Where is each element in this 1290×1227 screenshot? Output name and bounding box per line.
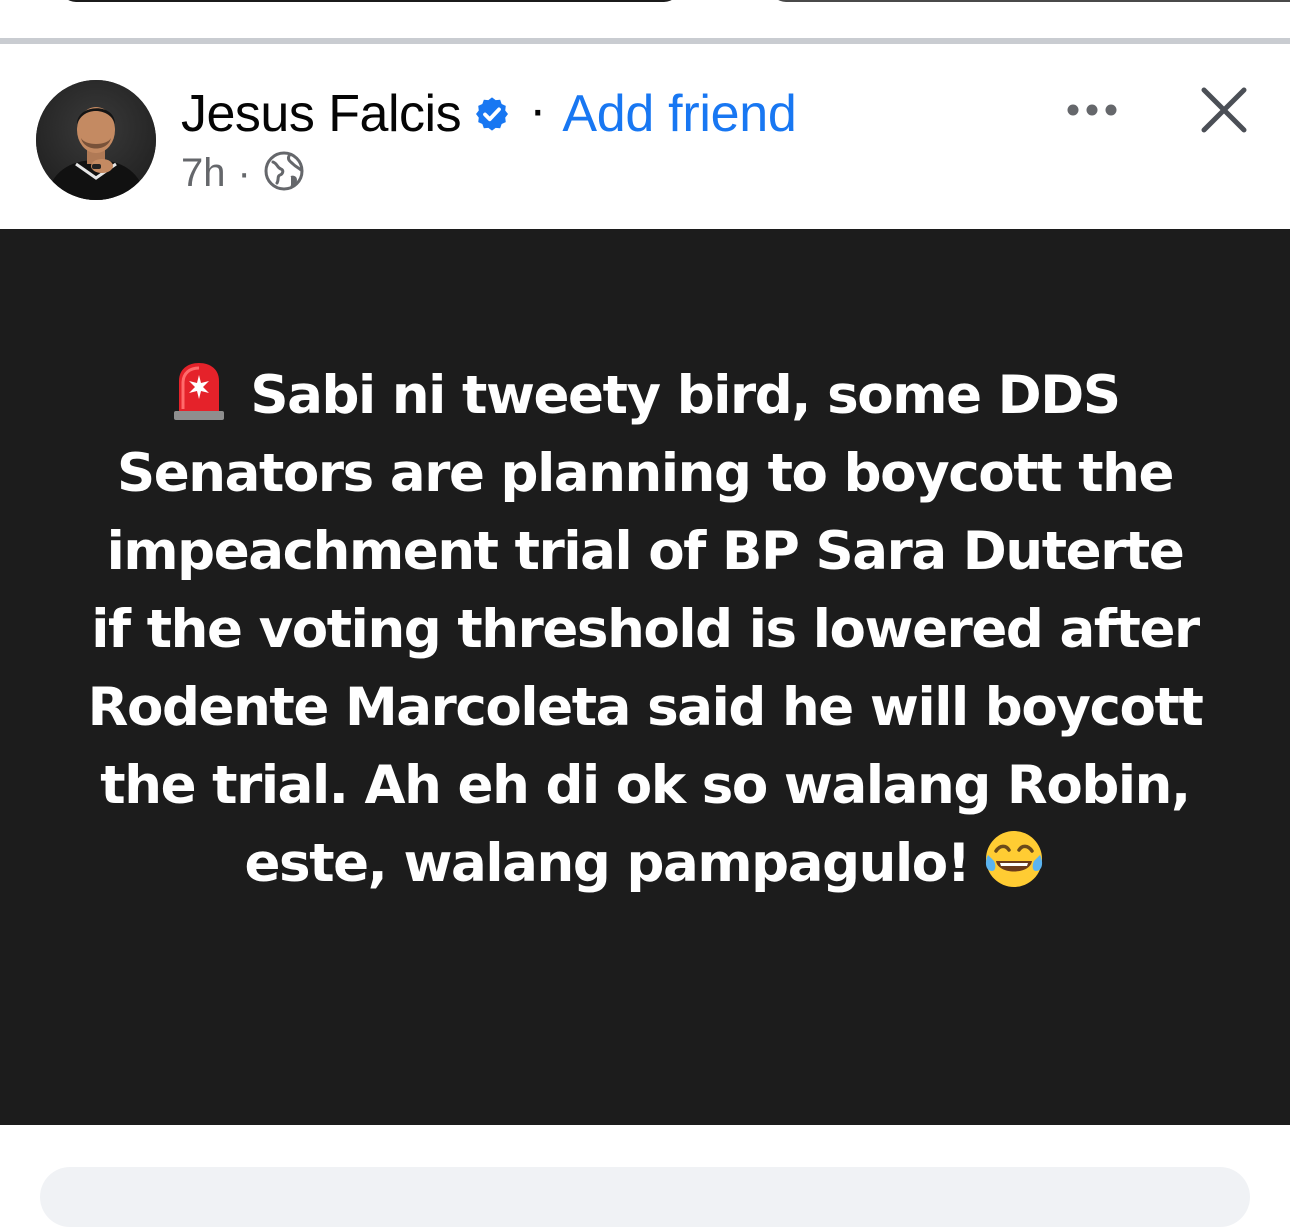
post-text: Sabi ni tweety bird, some DDS Senators a…	[80, 357, 1210, 903]
post-footer	[0, 1125, 1290, 1227]
police-car-light-emoji	[170, 361, 228, 421]
meta-separator: ·	[237, 150, 251, 195]
author-avatar[interactable]	[36, 80, 156, 200]
more-horizontal-icon	[1067, 104, 1117, 116]
post-header: Jesus Falcis · Add friend 7h ·	[0, 44, 1290, 229]
post-timestamp[interactable]: 7h	[181, 151, 226, 196]
author-row: Jesus Falcis · Add friend	[181, 81, 797, 144]
more-options-button[interactable]	[1062, 90, 1122, 130]
verified-badge-icon	[473, 95, 511, 133]
reactions-bar[interactable]	[40, 1167, 1250, 1227]
author-name[interactable]: Jesus Falcis	[181, 84, 462, 144]
previous-post-media-edge	[60, 0, 680, 2]
globe-icon[interactable]	[263, 150, 305, 197]
close-icon	[1201, 87, 1247, 133]
previous-post-media-edge-secondary	[770, 0, 1290, 2]
face-with-tears-of-joy-emoji	[982, 827, 1046, 891]
person-avatar-icon	[36, 80, 156, 200]
add-friend-button[interactable]: Add friend	[562, 84, 796, 144]
header-separator: ·	[529, 81, 547, 139]
post-body[interactable]: Sabi ni tweety bird, some DDS Senators a…	[0, 229, 1290, 1125]
post-meta: 7h ·	[181, 148, 305, 198]
post-text-body: Sabi ni tweety bird, some DDS Senators a…	[87, 365, 1204, 894]
hide-post-button[interactable]	[1196, 82, 1252, 138]
